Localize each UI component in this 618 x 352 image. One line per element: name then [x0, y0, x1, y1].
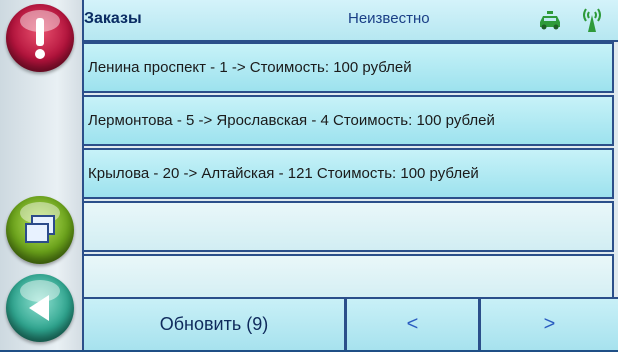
back-button[interactable]: [6, 274, 74, 342]
windows-icon: [25, 215, 55, 243]
screen: Заказы Неизвестно Ленина проспект - 1 ->…: [0, 0, 618, 350]
order-text: Крылова - 20 -> Алтайская - 121 Стоимост…: [88, 165, 479, 182]
orders-list: Ленина проспект - 1 -> Стоимость: 100 ру…: [84, 42, 614, 307]
header-bar: Заказы Неизвестно: [84, 0, 618, 42]
sidebar: [0, 0, 84, 350]
exclamation-icon: [35, 18, 45, 59]
order-row[interactable]: Лермонтова - 5 -> Ярославская - 4 Стоимо…: [84, 95, 614, 146]
order-row[interactable]: Крылова - 20 -> Алтайская - 121 Стоимост…: [84, 148, 614, 199]
next-page-button[interactable]: >: [481, 299, 618, 350]
windows-button[interactable]: [6, 196, 74, 264]
order-text: Лермонтова - 5 -> Ярославская - 4 Стоимо…: [88, 112, 495, 129]
prev-page-button[interactable]: <: [347, 299, 481, 350]
refresh-button[interactable]: Обновить (9): [84, 299, 347, 350]
alert-button[interactable]: [6, 4, 74, 72]
order-row-empty[interactable]: [84, 201, 614, 252]
taxi-icon: [540, 11, 560, 30]
order-row[interactable]: Ленина проспект - 1 -> Стоимость: 100 ру…: [84, 42, 614, 93]
signal-icon: [583, 8, 601, 32]
back-arrow-icon: [29, 295, 49, 321]
page-title: Заказы: [84, 10, 142, 27]
footer-bar: Обновить (9) < >: [84, 297, 618, 352]
order-text: Ленина проспект - 1 -> Стоимость: 100 ру…: [88, 59, 412, 76]
connection-status: Неизвестно: [348, 10, 430, 27]
